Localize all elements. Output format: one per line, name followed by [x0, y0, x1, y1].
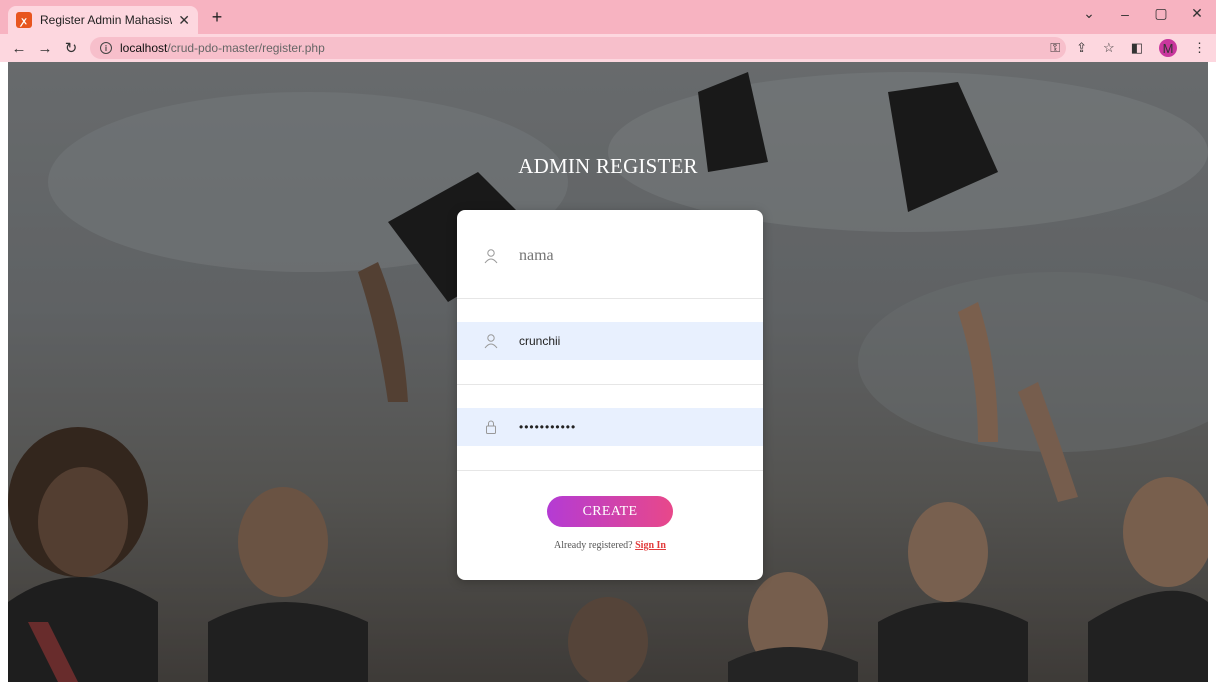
- password-field-row: [457, 408, 763, 446]
- username-field-row: [457, 322, 763, 360]
- lock-icon: [486, 420, 496, 434]
- tab-close-icon[interactable]: ✕: [178, 12, 190, 29]
- url-path: /crud-pdo-master/register.php: [167, 41, 325, 55]
- username-input[interactable]: [457, 334, 763, 348]
- register-form-card: CREATE Already registered? Sign In: [457, 210, 763, 580]
- forward-icon[interactable]: →: [34, 40, 56, 57]
- close-window-icon[interactable]: ✕: [1188, 5, 1206, 22]
- nama-input[interactable]: [457, 247, 763, 265]
- toolbar-actions: ⚿ ⇪ ☆ ◧ M ⋮: [1050, 37, 1206, 59]
- xampp-favicon-icon: ꭗ: [16, 12, 32, 28]
- menu-dots-icon[interactable]: ⋮: [1193, 40, 1206, 56]
- url-host: localhost: [120, 41, 168, 55]
- tab-search-icon[interactable]: ⌄: [1080, 5, 1098, 22]
- window-controls: ⌄ – ▢ ✕: [1080, 5, 1206, 22]
- sign-in-link[interactable]: Sign In: [635, 540, 666, 551]
- key-icon[interactable]: ⚿: [1050, 40, 1060, 56]
- already-registered-text: Already registered?: [554, 540, 633, 551]
- browser-tab[interactable]: ꭗ Register Admin Mahasiswa ✕: [8, 6, 198, 34]
- browser-tab-strip: ꭗ Register Admin Mahasiswa ✕ + ⌄ – ▢ ✕: [0, 0, 1216, 34]
- page-viewport: ADMIN REGISTER CREATE: [8, 62, 1208, 682]
- field-divider: [457, 384, 763, 385]
- field-divider: [457, 298, 763, 299]
- reload-icon[interactable]: ↻: [60, 39, 82, 57]
- new-tab-icon[interactable]: +: [206, 6, 228, 28]
- minimize-icon[interactable]: –: [1116, 6, 1134, 22]
- side-panel-icon[interactable]: ◧: [1131, 40, 1143, 56]
- create-button[interactable]: CREATE: [547, 496, 673, 527]
- nama-field-row: [457, 234, 763, 278]
- site-info-icon[interactable]: i: [100, 42, 112, 54]
- password-input[interactable]: [457, 420, 763, 434]
- back-icon[interactable]: ←: [8, 40, 30, 57]
- user-icon: [484, 334, 498, 349]
- browser-toolbar: ← → ↻ i localhost/crud-pdo-master/regist…: [0, 34, 1216, 62]
- signin-prompt: Already registered? Sign In: [457, 540, 763, 551]
- page-title: ADMIN REGISTER: [518, 154, 698, 178]
- user-icon: [484, 249, 498, 264]
- restore-icon[interactable]: ▢: [1152, 5, 1170, 22]
- profile-avatar[interactable]: M: [1159, 39, 1177, 57]
- bookmark-star-icon[interactable]: ☆: [1103, 40, 1115, 56]
- tab-title: Register Admin Mahasiswa: [40, 13, 173, 27]
- field-divider: [457, 470, 763, 471]
- address-bar[interactable]: i localhost/crud-pdo-master/register.php: [90, 37, 1066, 59]
- share-icon[interactable]: ⇪: [1076, 40, 1087, 56]
